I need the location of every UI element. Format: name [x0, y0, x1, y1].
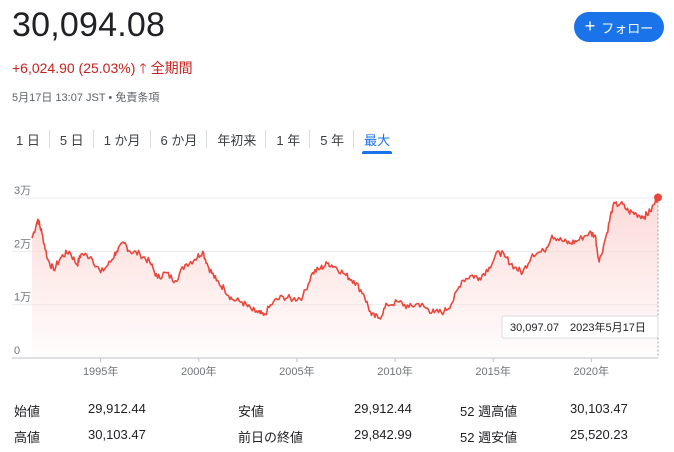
stat-value-52w-low: 25,520.23	[570, 427, 628, 442]
stat-label-high: 高値	[14, 430, 41, 445]
change-value: +6,024.90 (25.03%)	[12, 60, 136, 76]
x-tick-label: 2010年	[377, 364, 412, 378]
follow-label: フォロー	[601, 20, 654, 36]
up-arrow-icon: 🡑	[139, 60, 147, 76]
tab-ytd[interactable]: 年初来	[207, 125, 267, 153]
y-tick-label: 3万	[14, 185, 31, 197]
x-tick-label: 1995年	[83, 364, 118, 378]
stat-label-prev-close: 前日の終値	[238, 430, 304, 445]
range-tabs: 1 日 5 日 1 か月 6 か月 年初来 1 年 5 年 最大	[6, 124, 400, 154]
stat-value-low: 29,912.44	[354, 401, 412, 416]
x-tick-label: 2020年	[574, 364, 609, 378]
stat-label-low: 安値	[238, 404, 265, 419]
x-tick-label: 2015年	[475, 364, 510, 378]
stat-label-open: 始値	[14, 404, 41, 419]
stat-value-open: 29,912.44	[88, 401, 146, 416]
stat-value-high: 30,103.47	[88, 427, 146, 442]
stat-label-52w-high: 52 週高値	[460, 404, 518, 419]
stat-label-52w-low: 52 週安値	[460, 430, 518, 445]
tooltip-value: 30,097.07	[510, 322, 559, 334]
tab-1-year[interactable]: 1 年	[266, 125, 311, 153]
plus-icon: +	[584, 16, 596, 36]
quote-timestamp-disclaimer[interactable]: 5月17日 13:07 JST • 免責条項	[12, 89, 159, 105]
current-price: 30,094.08	[12, 6, 166, 44]
tab-5-year[interactable]: 5 年	[310, 125, 354, 153]
change-period: 全期間	[150, 60, 193, 76]
stat-value-52w-high: 30,103.47	[570, 401, 628, 416]
tab-1-month[interactable]: 1 か月	[94, 125, 151, 153]
tooltip-date: 2023年5月17日	[570, 320, 646, 334]
tab-max[interactable]: 最大	[354, 125, 400, 154]
x-tick-label: 2000年	[181, 364, 216, 378]
price-chart[interactable]: 0 1万 2万 3万 1995年 2000年 2005年 2010年 2015年 2020年 30,…	[0, 180, 674, 395]
y-tick-label: 1万	[14, 292, 31, 304]
follow-button[interactable]: + フォロー	[574, 12, 664, 42]
price-change: +6,024.90 (25.03%) 🡑 全期間	[12, 58, 193, 78]
end-point-marker	[654, 193, 662, 202]
y-tick-label: 2万	[14, 238, 31, 250]
tab-5-day[interactable]: 5 日	[50, 125, 94, 153]
x-tick-label: 2005年	[279, 364, 314, 378]
stat-value-prev-close: 29,842.99	[354, 427, 412, 442]
y-tick-label: 0	[14, 345, 20, 357]
tab-1-day[interactable]: 1 日	[6, 125, 50, 153]
tab-6-month[interactable]: 6 か月	[151, 125, 208, 153]
